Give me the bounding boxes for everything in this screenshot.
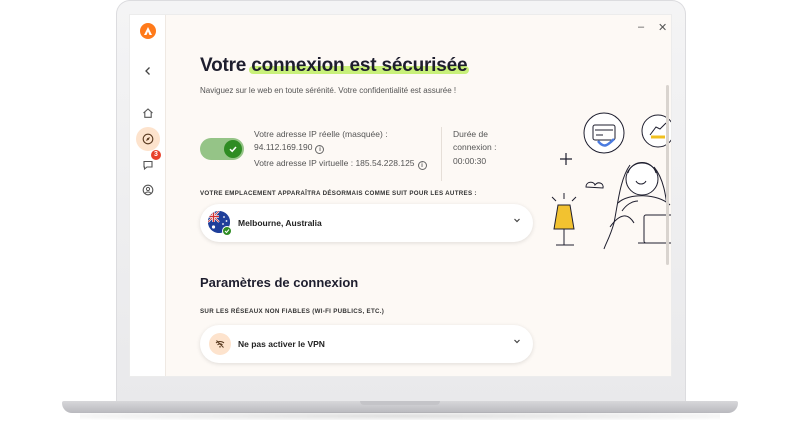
- connection-settings-title: Paramètres de connexion: [200, 275, 359, 290]
- avast-logo-icon: [140, 23, 156, 39]
- back-button[interactable]: [136, 59, 160, 83]
- page-subtitle: Naviguez sur le web en toute sérénité. V…: [200, 86, 457, 95]
- chat-icon: [143, 160, 153, 171]
- notification-badge: 3: [151, 150, 161, 160]
- sidebar-item-account[interactable]: [136, 178, 160, 202]
- untrusted-networks-value: Ne pas activer le VPN: [238, 339, 325, 349]
- sidebar-item-privacy[interactable]: [136, 127, 160, 151]
- real-ip-row: 94.112.169.190 i: [254, 142, 325, 154]
- laptop-shadow: [80, 412, 720, 420]
- divider: [441, 127, 442, 181]
- sidebar-item-messages[interactable]: 3: [136, 150, 161, 177]
- vpn-toggle[interactable]: [200, 138, 244, 160]
- info-icon[interactable]: i: [315, 145, 325, 154]
- duration-value: 00:00:30: [453, 156, 487, 166]
- chevron-left-icon: [145, 67, 150, 75]
- secure-user-illustration: [551, 112, 671, 250]
- virtual-ip-label: Votre adresse IP virtuelle :: [254, 158, 354, 168]
- close-button[interactable]: ✕: [658, 21, 667, 34]
- location-caption: VOTRE EMPLACEMENT APPARAÎTRA DÉSORMAIS C…: [200, 190, 477, 197]
- scrollbar[interactable]: [666, 85, 669, 265]
- connected-check-icon: [222, 226, 232, 236]
- duration-label-line2: connexion :: [453, 142, 497, 152]
- info-icon[interactable]: i: [417, 161, 427, 170]
- sidebar: 3: [130, 15, 166, 376]
- chevron-down-icon: [513, 337, 521, 348]
- real-ip-value: 94.112.169.190: [254, 142, 313, 152]
- duration-label-line1: Durée de: [453, 129, 488, 139]
- location-selector[interactable]: Melbourne, Australia: [200, 204, 533, 242]
- compass-icon: [142, 133, 154, 145]
- toggle-knob: [224, 140, 242, 158]
- untrusted-networks-caption: SUR LES RÉSEAUX NON FIABLES (WI-FI PUBLI…: [200, 308, 385, 315]
- home-icon: [143, 108, 153, 118]
- virtual-ip-row: Votre adresse IP virtuelle : 185.54.228.…: [254, 158, 427, 170]
- location-value: Melbourne, Australia: [238, 218, 322, 228]
- minimize-button[interactable]: –: [638, 21, 644, 33]
- title-highlight: connexion est sécurisée: [251, 55, 468, 76]
- page-title: Votre connexion est sécurisée: [200, 55, 468, 77]
- checkmark-icon: [229, 146, 237, 153]
- user-icon: [142, 184, 154, 196]
- untrusted-networks-selector[interactable]: Ne pas activer le VPN: [200, 325, 533, 363]
- real-ip-label: Votre adresse IP réelle (masquée) :: [254, 129, 388, 139]
- wifi-off-icon: [209, 333, 231, 355]
- app-window: 3 – ✕ Votre connexion est sécurisée Navi…: [129, 14, 672, 377]
- laptop-notch: [360, 401, 440, 405]
- chevron-down-icon: [513, 216, 521, 227]
- virtual-ip-value: 185.54.228.125: [355, 158, 415, 168]
- title-prefix: Votre: [200, 55, 252, 76]
- sidebar-item-home[interactable]: [136, 101, 160, 125]
